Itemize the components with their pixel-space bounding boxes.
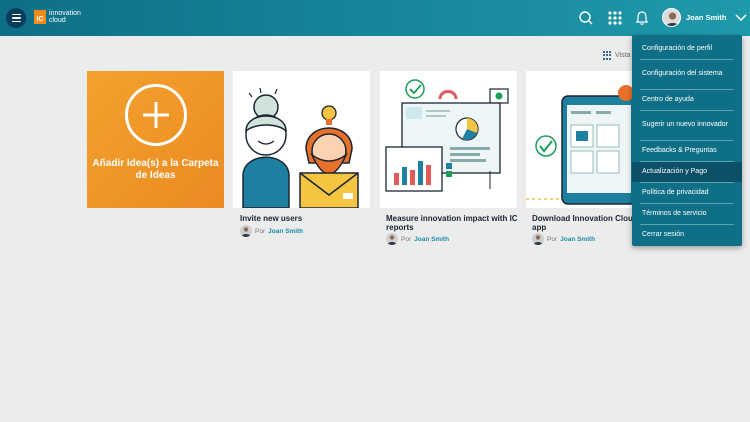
author-avatar [532,233,544,245]
reports-illustration [385,79,509,192]
menu-item-profile-settings[interactable]: Configuración de perfil [632,39,742,59]
add-idea-card[interactable]: Añadir Idea(s) a la Carpeta de Ideas [87,71,224,208]
apps-grid-icon[interactable] [607,10,623,26]
plus-icon [124,84,187,146]
author-prefix: Por [401,235,412,243]
menu-item-logout[interactable]: Cerrar sesión [632,225,742,245]
add-idea-label: Añadir Idea(s) a la Carpeta de Ideas [92,158,219,181]
user-dropdown-menu: Configuración de perfil Configuración de… [632,35,742,246]
author-prefix: Por [255,227,266,235]
view-toggle-label: Vista [615,52,631,59]
avatar [662,8,681,27]
author-name[interactable]: Joan Smith [560,236,595,243]
logo-text-line2: cloud [49,17,66,24]
bell-icon[interactable] [634,10,650,26]
view-toggle[interactable]: Vista [603,51,630,60]
menu-item-upgrade-billing[interactable]: Actualización y Pago [632,162,742,182]
card-title[interactable]: Invite new users [240,214,380,223]
grid-view-icon [603,51,612,60]
author-name[interactable]: Joan Smith [268,228,303,235]
card-measure-impact[interactable] [380,71,517,208]
author-avatar [386,233,398,245]
author-prefix: Por [547,235,558,243]
menu-item-privacy-policy[interactable]: Política de privacidad [632,183,742,203]
card-invite-users[interactable] [233,71,370,208]
chevron-down-icon[interactable] [735,13,747,22]
menu-icon[interactable] [6,8,26,28]
user-menu[interactable]: Joan Smith [662,8,747,27]
card-author: Por Joan Smith [532,233,595,245]
menu-item-feedback[interactable]: Feedbacks & Preguntas [632,141,742,161]
menu-item-help-center[interactable]: Centro de ayuda [632,90,742,110]
card-author: Por Joan Smith [240,225,303,237]
menu-item-suggest-innovator[interactable]: Sugerir un nuevo innovador [632,111,742,140]
logo-text-line1: innovation [49,10,81,17]
card-title[interactable]: Measure innovation impact with IC report… [386,214,526,232]
user-name: Joan Smith [686,13,727,22]
author-name[interactable]: Joan Smith [414,236,449,243]
invite-users-illustration [242,87,359,208]
author-avatar [240,225,252,237]
logo[interactable]: IC innovation cloud [34,10,81,24]
top-bar: IC innovation cloud Joan Smith [0,0,750,36]
logo-mark: IC [34,10,46,24]
card-author: Por Joan Smith [386,233,449,245]
menu-item-system-settings[interactable]: Configuración del sistema [632,60,742,89]
search-icon[interactable] [578,10,594,26]
menu-item-terms[interactable]: Términos de servicio [632,204,742,224]
